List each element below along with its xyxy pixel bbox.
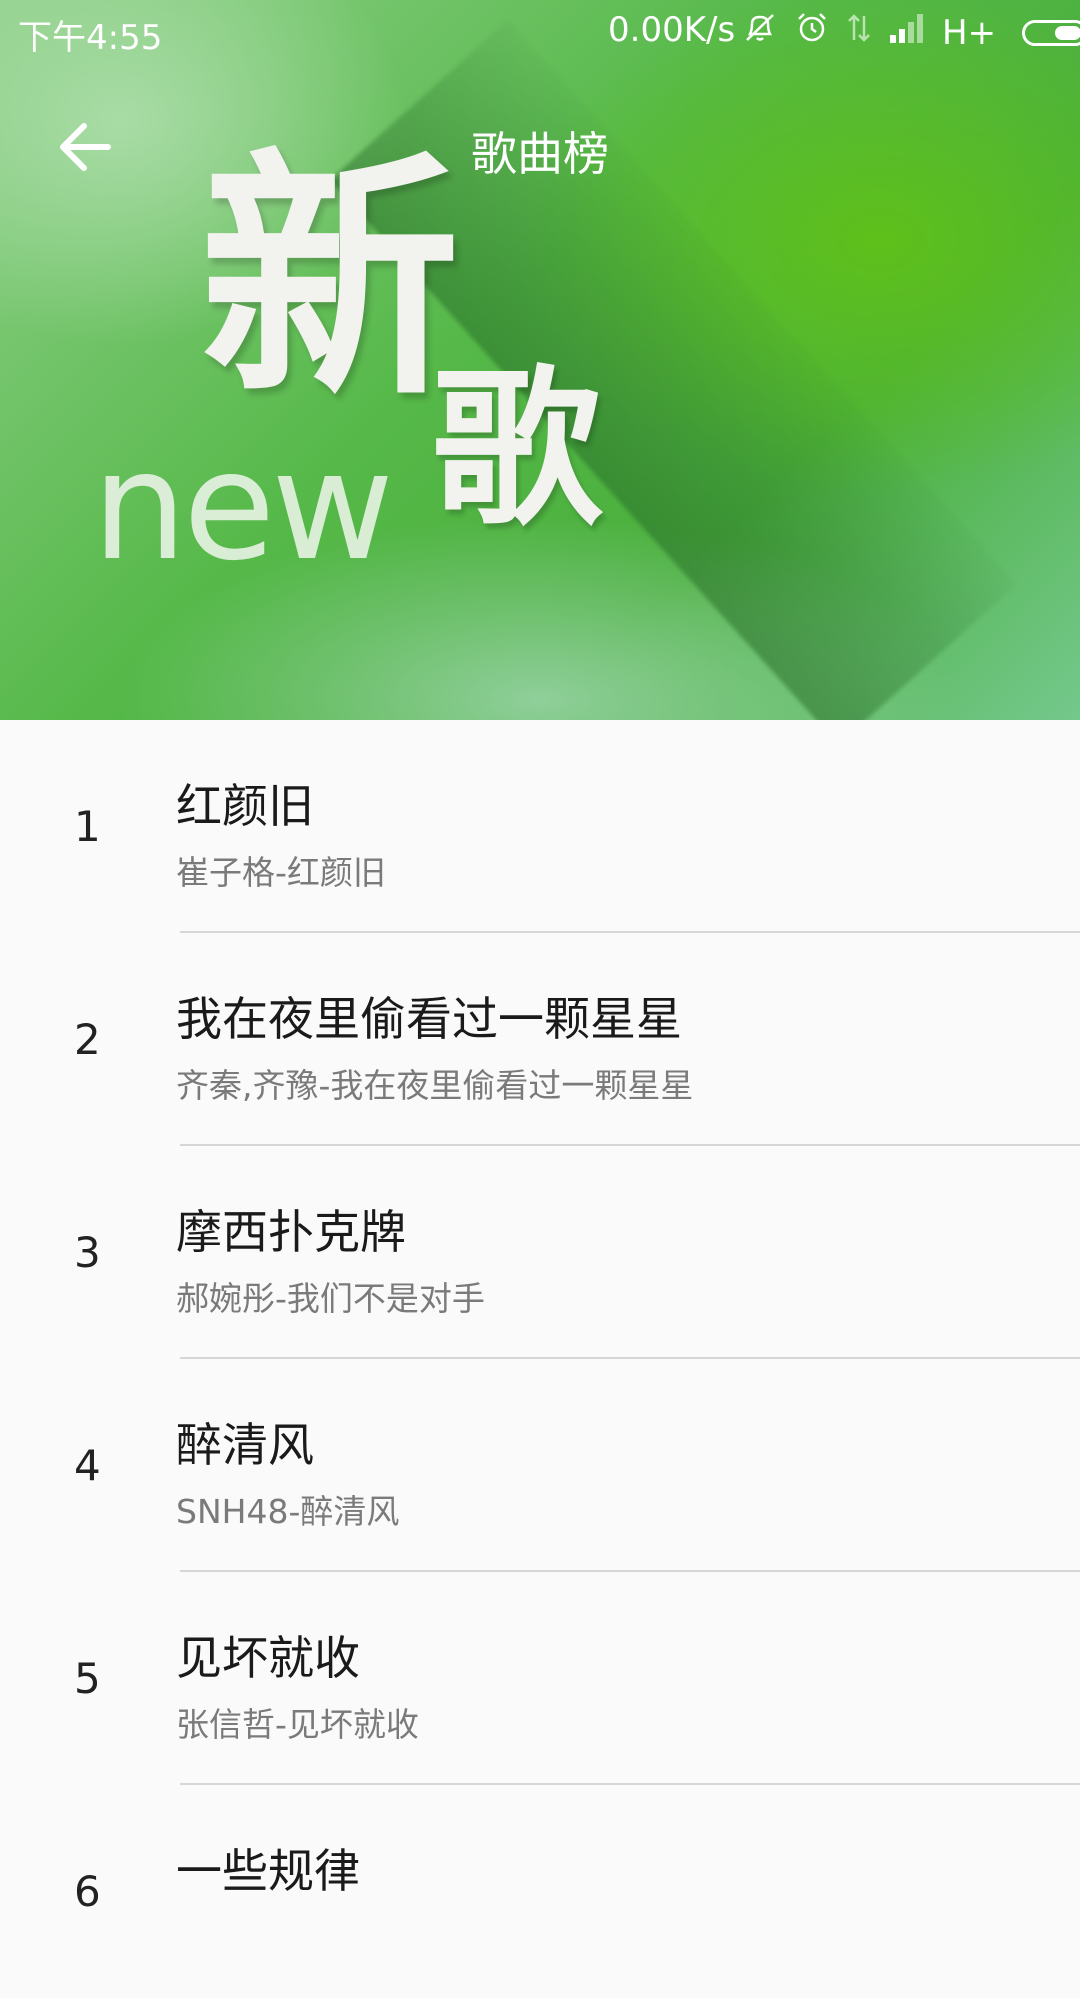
song-row[interactable]: 6 一些规律 <box>0 1785 1080 1998</box>
song-title: 我在夜里偷看过一颗星星 <box>176 992 682 1046</box>
data-arrows-icon <box>846 10 872 55</box>
song-subtitle: 齐秦,齐豫-我在夜里偷看过一颗星星 <box>176 1066 694 1105</box>
song-title: 醉清风 <box>176 1418 314 1472</box>
banner-word-new: new <box>92 420 394 594</box>
song-row[interactable]: 5 见坏就收 张信哲-见坏就收 <box>0 1572 1080 1785</box>
status-icons: H+ <box>742 10 1080 55</box>
status-bar: 下午4:55 0.00K/s H+ <box>0 0 1080 62</box>
song-rank: 6 <box>74 1867 101 1916</box>
mute-icon <box>742 10 778 55</box>
song-title: 见坏就收 <box>176 1631 360 1685</box>
song-rank: 2 <box>74 1015 101 1064</box>
song-row[interactable]: 1 红颜旧 崔子格-红颜旧 <box>0 720 1080 933</box>
song-title: 红颜旧 <box>176 779 314 833</box>
song-row[interactable]: 4 醉清风 SNH48-醉清风 <box>0 1359 1080 1572</box>
song-rank: 1 <box>74 802 101 851</box>
status-time: 下午4:55 <box>18 18 163 58</box>
song-subtitle: 郝婉彤-我们不是对手 <box>176 1279 485 1318</box>
alarm-icon <box>794 10 830 55</box>
signal-icon <box>888 11 926 54</box>
song-list: 1 红颜旧 崔子格-红颜旧 2 我在夜里偷看过一颗星星 齐秦,齐豫-我在夜里偷看… <box>0 720 1080 1998</box>
status-network-type: H+ <box>942 12 997 53</box>
song-row[interactable]: 2 我在夜里偷看过一颗星星 齐秦,齐豫-我在夜里偷看过一颗星星 <box>0 933 1080 1146</box>
song-title: 摩西扑克牌 <box>176 1205 406 1259</box>
song-subtitle: 张信哲-见坏就收 <box>176 1705 419 1744</box>
banner-char-song: 歌 <box>432 351 603 549</box>
song-title: 一些规律 <box>176 1844 360 1898</box>
song-rank: 3 <box>74 1228 101 1277</box>
app-bar: 歌曲榜 <box>0 100 1080 190</box>
song-rank: 5 <box>74 1654 101 1703</box>
battery-icon <box>1022 19 1080 46</box>
song-row[interactable]: 3 摩西扑克牌 郝婉彤-我们不是对手 <box>0 1146 1080 1359</box>
status-net-speed: 0.00K/s <box>608 10 736 50</box>
song-subtitle: SNH48-醉清风 <box>176 1492 400 1531</box>
page-title: 歌曲榜 <box>471 127 609 181</box>
song-rank: 4 <box>74 1441 101 1490</box>
song-subtitle: 崔子格-红颜旧 <box>176 853 386 892</box>
